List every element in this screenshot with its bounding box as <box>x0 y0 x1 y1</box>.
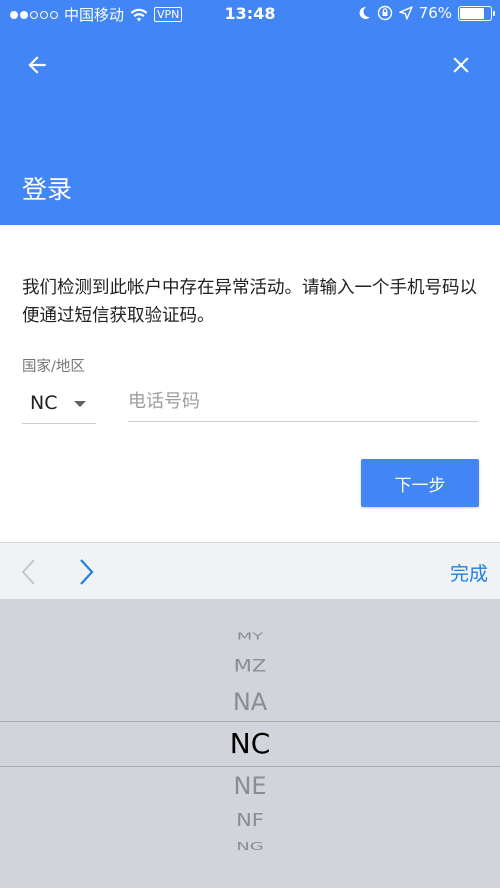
rotation-lock-icon <box>377 5 392 21</box>
arrow-left-icon <box>28 56 46 74</box>
picker-top-line <box>0 721 500 722</box>
country-select[interactable]: NC <box>22 382 96 424</box>
keyboard-toolbar: 完成 <box>0 542 500 600</box>
picker-option[interactable]: NE <box>0 772 500 800</box>
battery-percentage: 76% <box>418 4 452 22</box>
page-title: 登录 <box>22 175 73 204</box>
moon-icon <box>359 6 370 19</box>
country-value: NC <box>30 391 58 414</box>
previous-field-button[interactable] <box>18 557 42 587</box>
picker-option-selected[interactable]: NC <box>0 727 500 760</box>
close-button[interactable] <box>444 48 478 82</box>
country-picker[interactable]: MY MZ NA NC NE NF NG <box>0 600 500 888</box>
picker-option[interactable]: NF <box>0 810 500 830</box>
picker-bottom-line <box>0 766 500 767</box>
next-field-button[interactable] <box>74 557 98 587</box>
done-button[interactable]: 完成 <box>450 559 488 586</box>
close-icon <box>453 57 469 73</box>
phone-number-input[interactable] <box>128 382 478 422</box>
status-bar: 中国移动 VPN 13:48 76% <box>0 0 500 28</box>
location-icon <box>398 6 413 20</box>
dropdown-caret-icon <box>74 401 86 407</box>
back-button[interactable] <box>20 48 54 82</box>
app-bar: 登录 <box>0 0 500 225</box>
chevron-right-icon <box>80 559 94 585</box>
picker-option[interactable]: NG <box>0 840 500 853</box>
next-button[interactable]: 下一步 <box>361 459 479 507</box>
picker-option[interactable]: MZ <box>0 656 500 675</box>
picker-option[interactable]: NA <box>0 688 500 716</box>
picker-option[interactable]: MY <box>0 631 500 643</box>
country-label: 国家/地区 <box>22 359 85 375</box>
unusual-activity-message: 我们检测到此帐户中存在异常活动。请输入一个手机号码以便通过短信获取验证码。 <box>22 278 477 326</box>
chevron-left-icon <box>21 559 35 585</box>
battery-icon <box>458 5 495 21</box>
